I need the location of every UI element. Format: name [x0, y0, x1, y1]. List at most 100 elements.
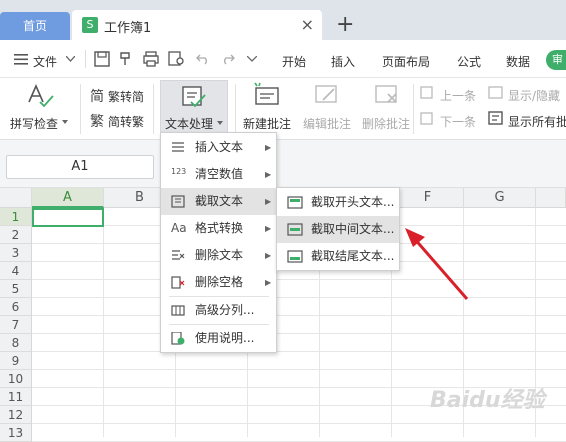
menu-formula[interactable]: 公式 — [457, 53, 481, 70]
menu-review-tab[interactable]: 审 — [546, 50, 566, 70]
column-header[interactable] — [536, 188, 566, 208]
menu-start[interactable]: 开始 — [282, 53, 306, 70]
menu-page-layout[interactable]: 页面布局 — [382, 53, 430, 70]
menu-item-delete-spaces[interactable]: 删除空格 ▶ — [161, 269, 276, 296]
show-all-comments-button[interactable]: 显示所有批 — [508, 113, 566, 130]
edit-comment-icon — [315, 85, 337, 103]
menu-file[interactable]: 文件 — [33, 53, 57, 70]
simp-to-trad-button[interactable]: 简转繁 — [108, 113, 144, 130]
submenu-arrow-icon: ▶ — [265, 251, 272, 260]
menu-bar: 文件 开始 插入 页面布局 公式 数据 审 — [0, 40, 566, 78]
show-all-comments-icon — [488, 111, 503, 125]
menu-item-insert-text[interactable]: 插入文本 ▶ — [161, 134, 276, 161]
menu-item-extract-start[interactable]: 截取开头文本... — [277, 189, 399, 216]
help-document-icon — [171, 332, 185, 345]
submenu-arrow-icon: ▶ — [265, 224, 272, 233]
column-header[interactable]: G — [464, 188, 536, 208]
delete-comment-icon — [375, 85, 397, 103]
column-header[interactable]: F — [392, 188, 464, 208]
tab-workbook[interactable]: S 工作簿1 × — [72, 10, 322, 40]
new-comment-icon — [254, 82, 279, 105]
menu-item-clear-values[interactable]: 123 清空数值 ▶ — [161, 161, 276, 188]
text-processing-button[interactable]: 文本处理 — [160, 80, 228, 136]
row-header[interactable]: 8 — [0, 334, 32, 352]
spellcheck-icon — [28, 84, 54, 108]
row-header[interactable]: 6 — [0, 298, 32, 316]
print-preview-icon[interactable] — [168, 51, 186, 67]
row-header[interactable]: 1 — [0, 208, 32, 226]
clear-values-icon: 123 — [171, 167, 187, 176]
hamburger-icon[interactable] — [14, 54, 28, 65]
customize-quick-access-icon[interactable] — [247, 56, 257, 63]
submenu-arrow-icon: ▶ — [265, 278, 272, 287]
chevron-down-icon[interactable] — [66, 56, 75, 62]
row-header[interactable]: 2 — [0, 226, 32, 244]
extract-end-icon — [287, 250, 303, 263]
new-comment-button[interactable]: 新建批注 — [243, 115, 291, 132]
row-header[interactable]: 3 — [0, 244, 32, 262]
submenu-arrow-icon: ▶ — [265, 143, 272, 152]
delete-text-icon — [172, 250, 185, 260]
grid-line — [32, 423, 566, 424]
menu-item-label: 清空数值 — [195, 167, 244, 181]
menu-item-label: 插入文本 — [195, 140, 244, 154]
trad-to-simp-button[interactable]: 繁转简 — [108, 88, 144, 105]
menu-insert[interactable]: 插入 — [331, 53, 355, 70]
grid-line — [32, 279, 566, 280]
menu-item-extract-middle[interactable]: 截取中间文本... — [277, 216, 399, 243]
menu-item-label: 格式转换 — [195, 221, 244, 235]
name-box[interactable]: A1 — [6, 155, 154, 179]
next-comment-button[interactable]: 下一条 — [440, 113, 476, 130]
text-processing-label: 文本处理 — [165, 117, 214, 131]
row-header[interactable]: 10 — [0, 370, 32, 388]
row-header[interactable]: 4 — [0, 262, 32, 280]
divider — [85, 50, 86, 68]
previous-comment-icon — [420, 86, 433, 99]
show-hide-comment-button[interactable]: 显示/隐藏 — [508, 87, 560, 104]
menu-item-help[interactable]: 使用说明... — [161, 325, 276, 352]
trad-to-simp-icon: 简 — [90, 89, 104, 105]
delete-comment-button[interactable]: 删除批注 — [362, 115, 410, 132]
new-tab-button[interactable]: + — [336, 12, 354, 37]
divider — [235, 84, 236, 134]
redo-icon[interactable] — [221, 53, 235, 65]
divider — [80, 84, 81, 134]
grid-line — [32, 333, 566, 334]
edit-comment-button[interactable]: 编辑批注 — [303, 115, 351, 132]
menu-item-delete-text[interactable]: 删除文本 ▶ — [161, 242, 276, 269]
menu-item-extract-end[interactable]: 截取结尾文本... — [277, 243, 399, 270]
menu-item-advanced-split[interactable]: 高级分列... — [161, 297, 276, 324]
previous-comment-button[interactable]: 上一条 — [440, 87, 476, 104]
grid-line — [103, 208, 104, 437]
select-all-corner[interactable] — [0, 188, 32, 208]
extract-middle-icon — [287, 223, 303, 236]
row-header[interactable]: 11 — [0, 388, 32, 406]
row-header[interactable]: 7 — [0, 316, 32, 334]
caret-icon[interactable] — [62, 120, 68, 124]
active-cell[interactable] — [32, 208, 104, 227]
menu-item-label: 删除空格 — [195, 275, 244, 289]
close-tab-icon[interactable]: × — [301, 15, 314, 34]
tab-home[interactable]: 首页 — [0, 12, 70, 40]
menu-item-format-convert[interactable]: Aa 格式转换 ▶ — [161, 215, 276, 242]
menu-item-extract-text[interactable]: 截取文本 ▶ — [161, 188, 276, 215]
extract-text-icon — [171, 195, 185, 208]
undo-icon[interactable] — [196, 53, 210, 65]
paste-format-icon[interactable] — [118, 51, 134, 67]
row-header[interactable]: 12 — [0, 406, 32, 424]
row-header[interactable]: 9 — [0, 352, 32, 370]
format-convert-icon: Aa — [171, 221, 187, 235]
save-icon[interactable] — [94, 51, 110, 67]
row-header[interactable]: 13 — [0, 424, 32, 442]
show-hide-comment-icon — [488, 86, 503, 99]
print-icon[interactable] — [143, 51, 159, 67]
column-header[interactable]: A — [32, 188, 104, 208]
spellcheck-button[interactable]: 拼写检查 — [10, 115, 58, 132]
extract-text-submenu: 截取开头文本... 截取中间文本... 截取结尾文本... — [276, 187, 400, 271]
row-header[interactable]: 5 — [0, 280, 32, 298]
menu-data[interactable]: 数据 — [506, 53, 530, 70]
next-comment-icon — [420, 112, 433, 125]
extract-start-icon — [287, 196, 303, 209]
submenu-arrow-icon: ▶ — [265, 170, 272, 179]
grid-line — [32, 351, 566, 352]
